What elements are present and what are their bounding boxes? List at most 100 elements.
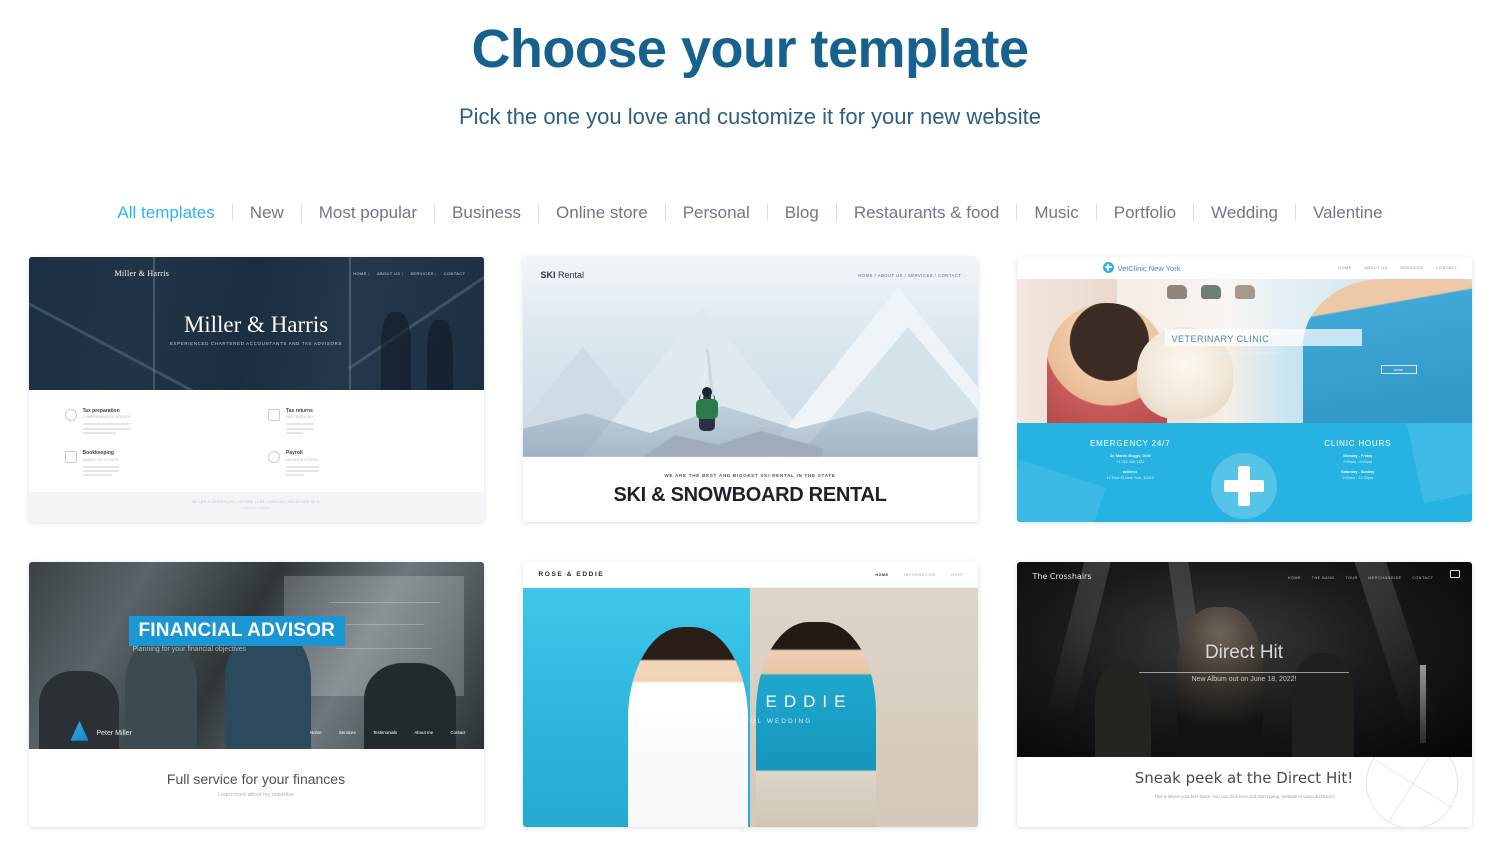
service-title: Bookkeeping — [82, 450, 114, 457]
nav-item-about-me: About me — [414, 729, 434, 735]
hero-title: Miller & Harris — [183, 311, 329, 337]
template-hero-photo: VETERINARY CLINIC Specializing in the co… — [1016, 278, 1472, 423]
tab-music[interactable]: Music — [1017, 202, 1095, 224]
scribble-line — [329, 601, 440, 604]
template-card-ski-rental[interactable]: SKI Rental HOME / ABOUT US / SERVICES / … — [522, 256, 978, 522]
tab-blog[interactable]: Blog — [768, 202, 836, 224]
person-silhouette — [363, 662, 456, 749]
info-column-hours: CLINIC HOURS Monday - Friday 9:00am - 6:… — [1298, 439, 1418, 480]
nav-item-information: INFORMATION — [904, 572, 936, 577]
hero-banner-subtitle: Specializing in the complete care of dog… — [1168, 350, 1279, 355]
book-icon — [64, 451, 77, 464]
template-card-financial-advisor[interactable]: FINANCIAL ADVISOR Planning for your fina… — [28, 561, 484, 827]
template-chooser-page: Choose your template Pick the one you lo… — [0, 0, 1500, 868]
template-card-vetclinic[interactable]: VetClinic New York HOME ABOUT US SERVICE… — [1016, 256, 1472, 522]
caption-headline: Full service for your finances — [166, 770, 346, 787]
tab-all-templates[interactable]: All templates — [100, 202, 231, 224]
skier-figure — [695, 348, 718, 431]
nav-item-contact: CONTACT — [443, 270, 466, 276]
nav-item-services: SERVICES — [410, 271, 436, 276]
service-item: Tax returns FAST AND EASY — [268, 408, 448, 436]
template-nav: HOME THE BAND TOUR MERCHANDISE CONTACT — [1279, 576, 1434, 580]
service-title: Tax returns — [286, 407, 313, 414]
hero-title: Direct Hit — [1204, 641, 1284, 663]
caption-tagline: WE ARE THE BEST AND BIGGEST SKI RENTAL I… — [664, 472, 836, 478]
service-item: Bookkeeping ALWAYS UP TO DATE — [64, 450, 245, 478]
info-name: Monday - Friday — [1343, 453, 1373, 458]
info-label: address — [1122, 469, 1138, 474]
template-body: Tax preparation COMPREHENSIVE SERVICE Ta… — [29, 390, 484, 479]
hero-banner-title: VETERINARY CLINIC — [1171, 333, 1270, 344]
template-card-the-crosshairs[interactable]: The Crosshairs HOME THE BAND TOUR MERCHA… — [1016, 561, 1472, 827]
template-logo: VetClinic New York — [1117, 263, 1181, 273]
template-logo: Peter Miller — [96, 729, 132, 737]
caption-headline: SKI & SNOWBOARD RENTAL — [613, 483, 887, 506]
shopping-cart-icon — [1449, 569, 1460, 578]
template-footer: MILLER & HARRIS LTD | 18 PARK LANE, LOND… — [28, 491, 484, 522]
logo-rest: Rental — [555, 269, 585, 280]
page-header: Choose your template Pick the one you lo… — [0, 0, 1500, 130]
tab-most-popular[interactable]: Most popular — [302, 202, 434, 224]
service-title: Payroll — [286, 450, 303, 457]
tab-valentine[interactable]: Valentine — [1296, 202, 1400, 224]
template-nav: HOME / ABOUT US / SERVICES / CONTACT — [858, 272, 962, 278]
template-nav: HOME ABOUT US SERVICES CONTACT — [1327, 266, 1457, 270]
tab-restaurants-food[interactable]: Restaurants & food — [837, 202, 1017, 224]
dog-icon — [1166, 284, 1187, 299]
cat-icon — [1200, 284, 1221, 299]
template-nav: HOME INFORMATION RSVP — [861, 573, 963, 577]
service-item: Tax preparation COMPREHENSIVE SERVICE — [64, 408, 245, 436]
info-phone: +1 212 456 1122 — [1116, 459, 1145, 464]
service-list: Tax preparation COMPREHENSIVE SERVICE Ta… — [64, 408, 448, 479]
template-logo: ROSE & EDDIE — [538, 570, 605, 578]
template-card-rose-eddie[interactable]: ROSE & EDDIE HOME INFORMATION RSVP ROSE … — [522, 561, 978, 827]
hero-more-label: MORE — [1394, 367, 1403, 372]
template-nav: Home Services Testimonials About me Cont… — [294, 730, 466, 735]
info-label: Saturday - Sunday — [1341, 469, 1375, 474]
info-column-emergency: EMERGENCY 24/7 Dr. Martin Boggs, DVM +1 … — [1070, 439, 1190, 480]
info-name: Dr. Martin Boggs, DVM — [1109, 453, 1151, 458]
bride-photo — [628, 626, 748, 827]
nav-item-contact: CONTACT — [1412, 575, 1434, 580]
nav-item-home: HOME — [875, 572, 889, 577]
template-logo: The Crosshairs — [1032, 571, 1092, 581]
nav-item-merchandise: MERCHANDISE — [1368, 575, 1402, 580]
service-subtitle: COMPREHENSIVE SERVICE — [82, 415, 131, 420]
hero-album-note: New Album out on June 18, 2022! — [1191, 675, 1297, 683]
template-hero-ski-rental: SKI Rental HOME / ABOUT US / SERVICES / … — [522, 256, 978, 457]
placeholder-text — [82, 423, 131, 434]
tab-online-store[interactable]: Online store — [539, 202, 665, 224]
nav-item-contact: Contact — [450, 729, 466, 735]
template-card-miller-harris[interactable]: Miller & Harris HOME ABOUT US SERVICES C… — [28, 256, 484, 522]
tab-business[interactable]: Business — [435, 202, 538, 224]
info-title: EMERGENCY 24/7 — [1090, 438, 1171, 448]
nav-item-rsvp: RSVP — [951, 572, 964, 577]
page-title: Choose your template — [471, 19, 1029, 79]
person-silhouette — [124, 638, 197, 749]
template-navbar: ROSE & EDDIE HOME INFORMATION RSVP — [522, 561, 978, 588]
placeholder-text — [286, 465, 319, 477]
medical-cross-icon — [1102, 261, 1114, 273]
tab-new[interactable]: New — [233, 202, 301, 224]
document-icon — [268, 408, 280, 421]
large-cross-icon — [1211, 452, 1277, 519]
nav-item-home: HOME — [353, 271, 370, 276]
template-hero-financial-advisor: FINANCIAL ADVISOR Planning for your fina… — [28, 561, 484, 749]
service-subtitle: FAST AND EASY — [286, 415, 314, 420]
placeholder-text — [82, 465, 119, 477]
template-logo: Miller & Harris — [114, 268, 170, 278]
nav-item-home: HOME — [1338, 265, 1352, 270]
placeholder-text — [286, 423, 314, 434]
template-logo: SKI Rental — [541, 270, 585, 280]
tab-personal[interactable]: Personal — [666, 202, 767, 224]
info-value: 9:00am - 12:30pm — [1342, 475, 1374, 480]
nav-item-about: ABOUT US — [1364, 265, 1388, 270]
horse-icon — [1234, 284, 1255, 299]
tab-portfolio[interactable]: Portfolio — [1097, 202, 1193, 224]
hero-subheadline: Planning for your financial objectives — [132, 645, 247, 653]
tab-wedding[interactable]: Wedding — [1194, 202, 1295, 224]
band-member-silhouette — [1291, 652, 1354, 757]
scribble-line — [335, 647, 432, 650]
template-caption: WE ARE THE BEST AND BIGGEST SKI RENTAL I… — [523, 457, 978, 507]
service-subtitle: NO MORE STRESS — [286, 457, 319, 462]
